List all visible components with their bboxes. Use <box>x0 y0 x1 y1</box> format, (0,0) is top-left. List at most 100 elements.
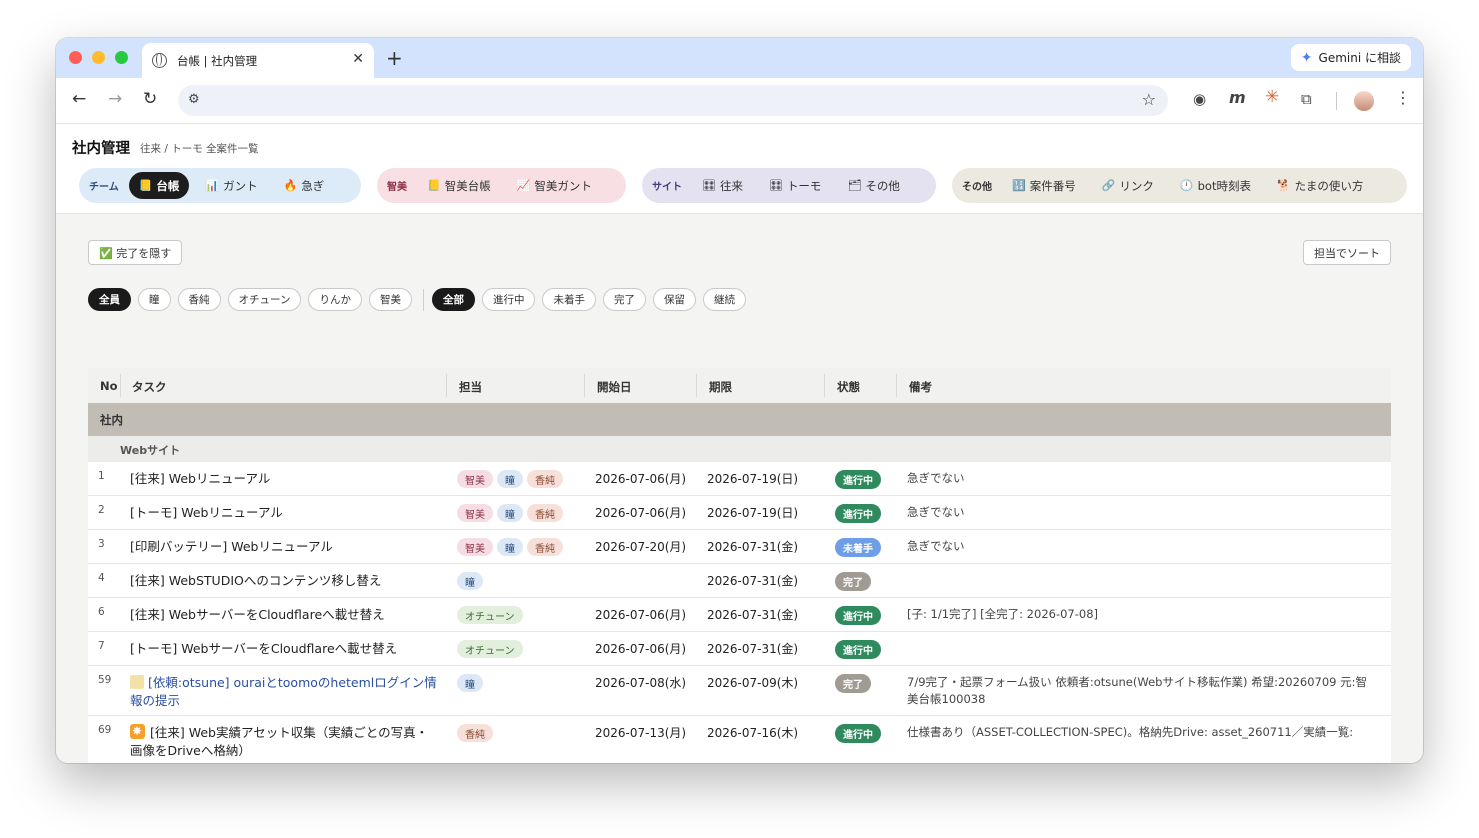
filter-chip-person[interactable]: オチューン <box>227 288 302 311</box>
reload-button[interactable]: ↻ <box>143 89 157 109</box>
nav-group-label: 智美 <box>387 182 407 193</box>
task-text: [往来] Web実績アセット収集（実績ごとの写真・画像をDriveへ格納） <box>130 725 429 758</box>
filter-chip-person[interactable]: りんか <box>308 288 362 311</box>
filter-chip-person[interactable]: 瞳 <box>138 288 171 311</box>
gemini-button[interactable]: ✦ Gemini に相談 <box>1290 44 1411 71</box>
due-date: 2026-07-31(金) <box>707 608 799 622</box>
site-settings-icon[interactable]: ⚙ <box>188 92 200 107</box>
section-header: 社内 <box>88 403 1391 436</box>
bookmark-star-icon[interactable]: ☆ <box>1142 90 1156 109</box>
owner-tag: 瞳 <box>457 572 483 590</box>
table-row[interactable]: 3 [印刷バッテリー] Webリニューアル 智美瞳香純 2026-07-20(月) 20… <box>88 530 1391 564</box>
breadcrumb: 往来 / トーモ 全案件一覧 <box>140 143 259 155</box>
task-text: [トーモ] Webリニューアル <box>130 505 283 520</box>
filter-chip-status[interactable]: 継続 <box>702 288 746 311</box>
owner-tag: 瞳 <box>497 504 523 522</box>
avatar[interactable] <box>1354 91 1374 111</box>
nav-item[interactable]: 🔢 案件番号 <box>1002 172 1086 199</box>
tab-bar: 台帳 | 社内管理 ✕ + ✦ Gemini に相談 <box>56 38 1423 78</box>
nav-item-icon: 📈 <box>516 179 531 192</box>
nav-item-icon: 📒 <box>427 179 441 192</box>
col-note: 備考 <box>909 380 932 394</box>
col-task: タスク <box>132 380 167 394</box>
page: 社内管理 往来 / トーモ 全案件一覧 チーム 📒 台帳 📊 ガント 🔥 急ぎ 智美 📒 智美台帳… <box>56 124 1423 763</box>
nav-item[interactable]: 🗂 その他 <box>837 172 909 199</box>
table-row[interactable]: 2 [トーモ] Webリニューアル 智美瞳香純 2026-07-06(月) 2026-0… <box>88 496 1391 530</box>
status-badge: 完了 <box>835 572 871 591</box>
filter-chip-status[interactable]: 全部 <box>431 288 475 311</box>
filter-chip-status[interactable]: 未着手 <box>542 288 596 311</box>
close-tab-icon[interactable]: ✕ <box>352 51 364 67</box>
task-title: [トーモ] Webリニューアル <box>130 504 440 522</box>
filter-chip-person[interactable]: 香純 <box>177 288 221 311</box>
owner-tags: 香純 <box>457 724 497 742</box>
nav-item[interactable]: 📒 智美台帳 <box>417 172 501 199</box>
table-row[interactable]: 59 [依頼:otsune] ouraiとtoomoのhetemlログイン情報の提… <box>88 666 1391 716</box>
back-button[interactable]: ← <box>72 89 86 109</box>
nav-item[interactable]: 📊 ガント <box>195 172 267 199</box>
camera-icon[interactable]: ◉ <box>1193 90 1206 108</box>
minimize-window-button[interactable] <box>92 51 105 64</box>
subsection-header: Webサイト <box>88 436 1391 462</box>
filter-chip-status[interactable]: 保留 <box>652 288 696 311</box>
filter-chip-status[interactable]: 進行中 <box>481 288 536 311</box>
gemini-sparkle-icon: ✦ <box>1300 49 1313 66</box>
address-bar[interactable]: ⚙ ☆ <box>178 85 1168 116</box>
task-text: [往来] WebサーバーをCloudflareへ載せ替え <box>130 607 385 622</box>
toolbar-divider <box>1336 92 1337 110</box>
tab-active[interactable]: 台帳 | 社内管理 ✕ <box>142 43 374 78</box>
start-date: 2026-07-13(月) <box>595 726 687 740</box>
nav-item[interactable]: 🕛 bot時刻表 <box>1170 172 1261 199</box>
nav-item[interactable]: 🔥 急ぎ <box>274 172 335 199</box>
owner-tag: 香純 <box>457 724 493 742</box>
nav-item-label: ガント <box>223 178 258 193</box>
owner-tag: 智美 <box>457 538 493 556</box>
start-date: 2026-07-06(月) <box>595 608 687 622</box>
memo-pencil-icon <box>130 675 144 689</box>
nav-group-label: サイト <box>652 182 682 193</box>
owner-tags: オチューン <box>457 606 527 624</box>
close-window-button[interactable] <box>69 51 82 64</box>
row-number: 3 <box>98 538 105 550</box>
filter-chip-person[interactable]: 全員 <box>88 288 131 311</box>
puzzle-icon[interactable]: ⧉ <box>1301 90 1312 108</box>
nav-item-label: その他 <box>865 178 900 193</box>
table-row[interactable]: 4 [往来] WebSTUDIOへのコンテンツ移し替え 瞳 2026-07-31(金)… <box>88 564 1391 598</box>
row-note: 急ぎでない <box>907 539 965 553</box>
table-row[interactable]: 1 [往来] Webリニューアル 智美瞳香純 2026-07-06(月) 2026-07… <box>88 462 1391 496</box>
table-row[interactable]: 6 [往来] WebサーバーをCloudflareへ載せ替え オチューン 2026-0… <box>88 598 1391 632</box>
nav-item-icon: 📒 <box>138 179 153 192</box>
nav-item-label: 智美ガント <box>534 178 592 193</box>
asterisk-extension-icon[interactable]: ✳ <box>1265 87 1279 107</box>
hide-done-button[interactable]: ✅ 完了を隠す <box>88 240 183 265</box>
status-badge: 進行中 <box>835 504 881 523</box>
nav-item-label: 案件番号 <box>1029 178 1076 193</box>
m-extension-icon[interactable]: m <box>1229 88 1246 107</box>
nav-item[interactable]: 🔗 リンク <box>1092 172 1164 199</box>
status-badge: 進行中 <box>835 606 881 625</box>
task-text: [往来] Webリニューアル <box>130 471 271 486</box>
nav-item[interactable]: 🐕 たまの使い方 <box>1267 172 1373 199</box>
nav-item[interactable]: 🎛 往来 <box>692 172 753 199</box>
nav-item-label: たまの使い方 <box>1294 178 1364 193</box>
new-tab-button[interactable]: + <box>386 46 403 70</box>
table-row[interactable]: 7 [トーモ] WebサーバーをCloudflareへ載せ替え オチューン 2026-… <box>88 632 1391 666</box>
more-icon[interactable]: ⋮ <box>1395 88 1411 107</box>
sort-by-owner-button[interactable]: 担当でソート <box>1303 240 1391 265</box>
filter-chip-person[interactable]: 智美 <box>368 288 412 311</box>
nav-item[interactable]: 📒 台帳 <box>128 172 190 199</box>
task-title[interactable]: [依頼:otsune] ouraiとtoomoのhetemlログイン情報の提示 <box>130 674 440 710</box>
row-note: [子: 1/1完了] [全完了: 2026-07-08] <box>907 607 1099 621</box>
filter-chip-status[interactable]: 完了 <box>602 288 646 311</box>
zoom-window-button[interactable] <box>115 51 128 64</box>
table-row[interactable]: 69 [往来] Web実績アセット収集（実績ごとの写真・画像をDriveへ格納） 香… <box>88 716 1391 763</box>
filter-divider <box>422 288 424 311</box>
row-number: 4 <box>98 572 105 584</box>
nav-item-label: リンク <box>1119 178 1154 193</box>
forward-button[interactable]: → <box>108 89 122 109</box>
owner-tag: 香純 <box>527 504 563 522</box>
nav-item[interactable]: 📈 智美ガント <box>507 172 602 199</box>
row-number: 6 <box>98 606 105 618</box>
nav-item[interactable]: 🎛 トーモ <box>759 172 831 199</box>
start-date: 2026-07-06(月) <box>595 642 687 656</box>
